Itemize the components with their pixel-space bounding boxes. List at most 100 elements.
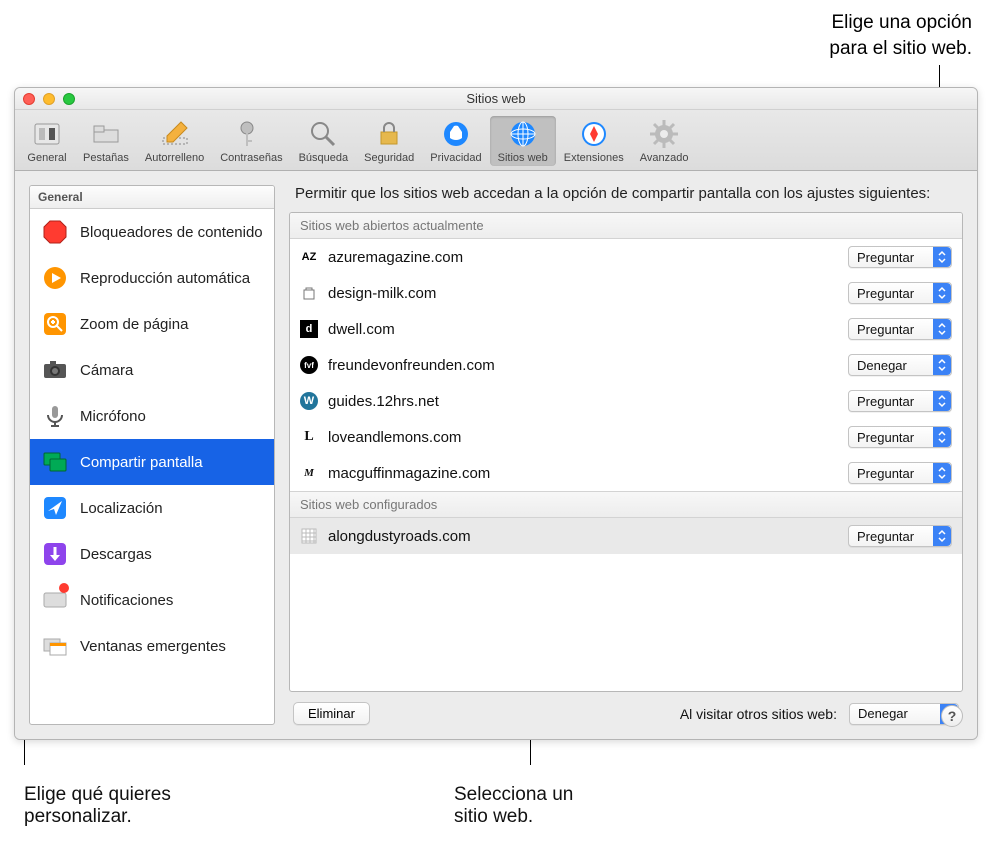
table-row[interactable]: W guides.12hrs.net Preguntar bbox=[290, 383, 962, 419]
delete-button[interactable]: Eliminar bbox=[293, 702, 370, 725]
favicon-icon: M bbox=[300, 464, 318, 482]
search-icon bbox=[307, 118, 339, 150]
toolbar-security[interactable]: Seguridad bbox=[356, 116, 422, 166]
option-select[interactable]: Preguntar bbox=[848, 318, 952, 340]
option-value: Preguntar bbox=[857, 466, 914, 481]
sidebar-item-autoplay[interactable]: Reproducción automática bbox=[30, 255, 274, 301]
chevron-updown-icon bbox=[933, 355, 951, 375]
toolbar-label: Búsqueda bbox=[299, 152, 349, 164]
titlebar: Sitios web bbox=[15, 88, 977, 110]
option-select[interactable]: Denegar bbox=[848, 354, 952, 376]
table-row[interactable]: alongdustyroads.com Preguntar bbox=[290, 518, 962, 554]
sidebar-item-label: Ventanas emergentes bbox=[80, 638, 226, 655]
site-domain: loveandlemons.com bbox=[328, 429, 838, 446]
callout-text: para el sitio web. bbox=[829, 36, 972, 62]
zoom-icon bbox=[40, 309, 70, 339]
option-select[interactable]: Preguntar bbox=[848, 462, 952, 484]
bottom-controls: Eliminar Al visitar otros sitios web: De… bbox=[289, 692, 963, 725]
section-header-open: Sitios web abiertos actualmente bbox=[290, 213, 962, 239]
favicon-icon: L bbox=[300, 428, 318, 446]
favicon-icon bbox=[300, 527, 318, 545]
option-value: Preguntar bbox=[857, 529, 914, 544]
sidebar-item-downloads[interactable]: Descargas bbox=[30, 531, 274, 577]
sidebar-item-notifications[interactable]: Notificaciones bbox=[30, 577, 274, 623]
favicon-icon: fvf bbox=[300, 356, 318, 374]
toolbar-advanced[interactable]: Avanzado bbox=[632, 116, 697, 166]
websites-table: Sitios web abiertos actualmente AZ azure… bbox=[289, 212, 963, 692]
chevron-updown-icon bbox=[933, 247, 951, 267]
toolbar-label: Avanzado bbox=[640, 152, 689, 164]
option-value: Preguntar bbox=[857, 250, 914, 265]
table-row[interactable]: AZ azuremagazine.com Preguntar bbox=[290, 239, 962, 275]
option-value: Denegar bbox=[857, 358, 907, 373]
toolbar-label: Pestañas bbox=[83, 152, 129, 164]
toolbar-general[interactable]: General bbox=[19, 116, 75, 166]
sidebar-item-label: Zoom de página bbox=[80, 316, 188, 333]
callout-text: sitio web. bbox=[454, 806, 573, 828]
sidebar-item-camera[interactable]: Cámara bbox=[30, 347, 274, 393]
callout-text: Selecciona un bbox=[454, 784, 573, 806]
privacy-icon bbox=[440, 118, 472, 150]
section-header-configured: Sitios web configurados bbox=[290, 491, 962, 518]
sidebar-item-label: Compartir pantalla bbox=[80, 454, 203, 471]
callout-bottom-left: Elige qué quieres personalizar. bbox=[24, 784, 454, 828]
content-area: Permitir que los sitios web accedan a la… bbox=[289, 185, 963, 725]
toolbar-autofill[interactable]: Autorrelleno bbox=[137, 116, 212, 166]
table-row[interactable]: fvf freundevonfreunden.com Denegar bbox=[290, 347, 962, 383]
screen-sharing-icon bbox=[40, 447, 70, 477]
toolbar-websites[interactable]: Sitios web bbox=[490, 116, 556, 166]
toolbar-label: Sitios web bbox=[498, 152, 548, 164]
table-row[interactable]: design-milk.com Preguntar bbox=[290, 275, 962, 311]
toolbar-tabs[interactable]: Pestañas bbox=[75, 116, 137, 166]
option-value: Denegar bbox=[858, 706, 908, 721]
sidebar-item-label: Localización bbox=[80, 500, 163, 517]
favicon-icon: AZ bbox=[300, 248, 318, 266]
location-icon bbox=[40, 493, 70, 523]
callout-text: personalizar. bbox=[24, 806, 454, 828]
chevron-updown-icon bbox=[933, 526, 951, 546]
button-label: Eliminar bbox=[308, 706, 355, 721]
gear-icon bbox=[648, 118, 680, 150]
option-value: Preguntar bbox=[857, 286, 914, 301]
table-row[interactable]: M macguffinmagazine.com Preguntar bbox=[290, 455, 962, 491]
site-domain: design-milk.com bbox=[328, 285, 838, 302]
toolbar-extensions[interactable]: Extensiones bbox=[556, 116, 632, 166]
toolbar-label: Extensiones bbox=[564, 152, 624, 164]
toolbar-privacy[interactable]: Privacidad bbox=[422, 116, 489, 166]
favicon-icon: d bbox=[300, 320, 318, 338]
chevron-updown-icon bbox=[933, 391, 951, 411]
option-select[interactable]: Preguntar bbox=[848, 525, 952, 547]
window-title: Sitios web bbox=[15, 91, 977, 106]
sidebar-item-popups[interactable]: Ventanas emergentes bbox=[30, 623, 274, 669]
camera-icon bbox=[40, 355, 70, 385]
option-select[interactable]: Preguntar bbox=[848, 426, 952, 448]
table-row[interactable]: d dwell.com Preguntar bbox=[290, 311, 962, 347]
badge-icon bbox=[59, 583, 69, 593]
sidebar-header: General bbox=[30, 186, 274, 209]
table-row[interactable]: L loveandlemons.com Preguntar bbox=[290, 419, 962, 455]
toolbar-label: General bbox=[27, 152, 66, 164]
sidebar-item-content-blockers[interactable]: Bloqueadores de contenido bbox=[30, 209, 274, 255]
site-domain: macguffinmagazine.com bbox=[328, 465, 838, 482]
sidebar-item-page-zoom[interactable]: Zoom de página bbox=[30, 301, 274, 347]
sidebar-item-microphone[interactable]: Micrófono bbox=[30, 393, 274, 439]
sidebar-item-screen-sharing[interactable]: Compartir pantalla bbox=[30, 439, 274, 485]
option-select[interactable]: Preguntar bbox=[848, 390, 952, 412]
favicon-icon bbox=[300, 284, 318, 302]
footer-label: Al visitar otros sitios web: bbox=[680, 706, 837, 722]
popup-icon bbox=[40, 631, 70, 661]
sidebar-item-label: Bloqueadores de contenido bbox=[80, 224, 263, 241]
sidebar-item-label: Cámara bbox=[80, 362, 133, 379]
pencil-icon bbox=[159, 118, 191, 150]
toolbar-passwords[interactable]: Contraseñas bbox=[212, 116, 290, 166]
sidebar-item-label: Micrófono bbox=[80, 408, 146, 425]
sidebar-item-location[interactable]: Localización bbox=[30, 485, 274, 531]
callout-text: Elige una opción bbox=[829, 10, 972, 36]
option-select[interactable]: Preguntar bbox=[848, 282, 952, 304]
option-select[interactable]: Preguntar bbox=[848, 246, 952, 268]
help-button[interactable]: ? bbox=[941, 705, 963, 727]
globe-icon bbox=[507, 118, 539, 150]
option-value: Preguntar bbox=[857, 322, 914, 337]
site-domain: azuremagazine.com bbox=[328, 249, 838, 266]
toolbar-search[interactable]: Búsqueda bbox=[291, 116, 357, 166]
